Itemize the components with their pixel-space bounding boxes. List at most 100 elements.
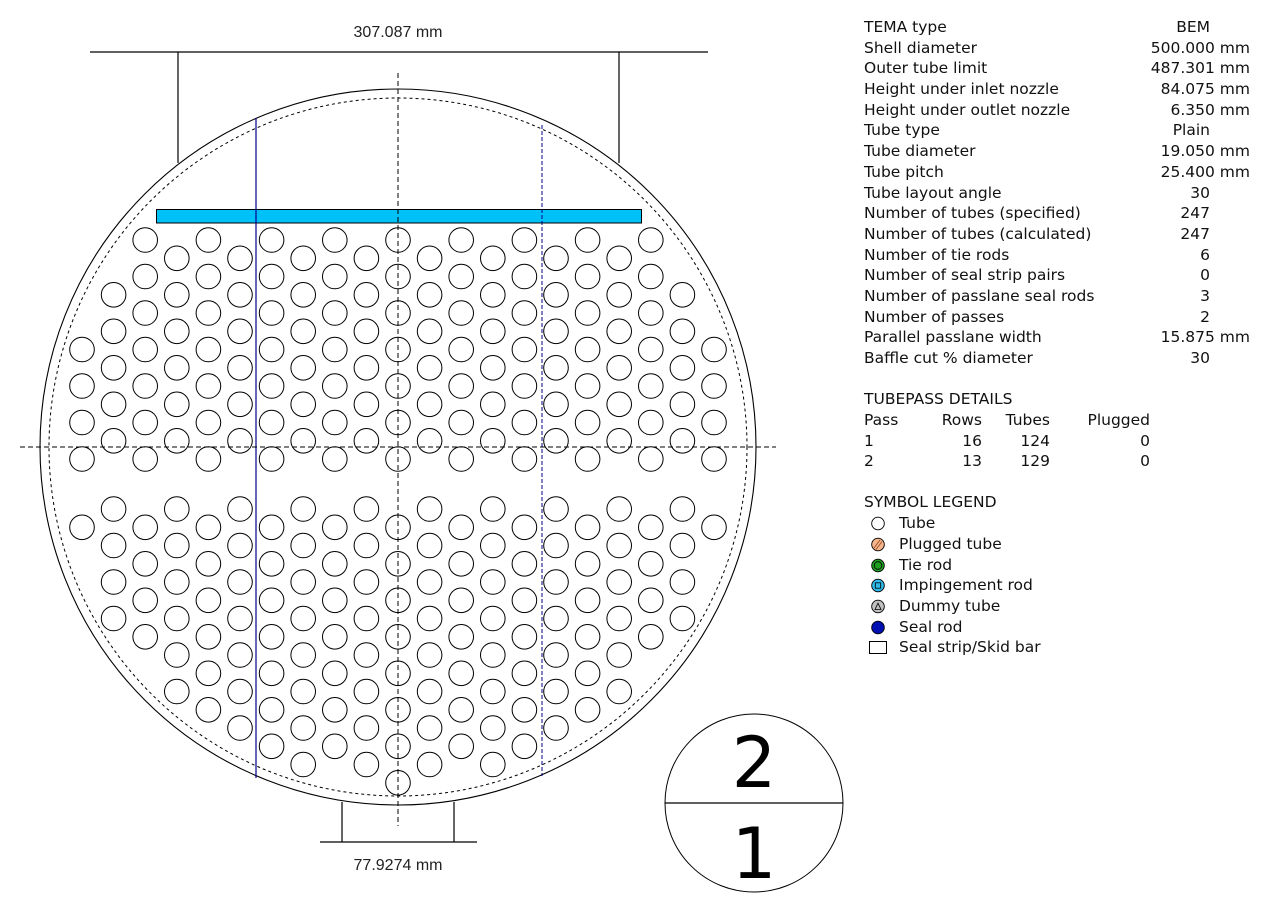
- tube-pass-1: [69, 514, 95, 541]
- tube-pass-2: [322, 227, 348, 253]
- tube-pass-2: [290, 318, 317, 345]
- tube-pass-1: [227, 715, 253, 741]
- property-value: 6: [1200, 245, 1210, 264]
- tube-pass-2: [480, 355, 506, 381]
- tube-pass-1: [258, 514, 285, 541]
- tube-pass-2: [195, 409, 222, 436]
- tube-pass-2: [448, 227, 475, 253]
- tube-pass-1: [195, 587, 222, 614]
- tube-pass-1: [638, 587, 664, 614]
- tube-pass-1: [258, 660, 285, 687]
- tube-pass-2: [416, 428, 443, 454]
- tube-pass-1: [480, 642, 506, 668]
- legend-item: Dummy tube: [864, 596, 1250, 617]
- tube-pass-2: [638, 300, 664, 326]
- tube-pass-1: [322, 660, 348, 687]
- tube-pass-2: [164, 428, 190, 454]
- legend-item: Seal strip/Skid bar: [864, 637, 1250, 658]
- tube-pass-2: [290, 282, 317, 308]
- tube-pass-2: [290, 355, 317, 381]
- tube-pass-2: [195, 300, 222, 326]
- tube-pass-2: [132, 373, 158, 399]
- tube-pass-2: [416, 318, 443, 345]
- tube-pass-2: [100, 391, 127, 418]
- tube-pass-1: [322, 733, 348, 760]
- tube-pass-1: [574, 697, 601, 723]
- tube-pass-2: [258, 300, 285, 326]
- legend-item: Plugged tube: [864, 534, 1250, 555]
- tube-pass-1: [290, 532, 317, 559]
- legend-label: Seal strip/Skid bar: [899, 638, 1041, 657]
- property-row: Height under outlet nozzle 6.350 mm: [864, 100, 1250, 121]
- tube-pass-2: [227, 245, 253, 272]
- legend-label: Tie rod: [899, 555, 953, 574]
- tube-pass-1: [416, 678, 443, 705]
- tube-pass-2: [132, 446, 158, 472]
- tube-pass-1: [164, 642, 190, 668]
- tube-pass-1: [132, 624, 158, 650]
- tube-pass-1: [132, 514, 158, 541]
- tube-pass-2: [290, 391, 317, 418]
- tube-pass-2: [574, 409, 601, 436]
- tube-pass-2: [543, 318, 569, 345]
- tube-pass-1: [480, 496, 506, 522]
- property-label: Number of tubes (specified): [864, 204, 1081, 223]
- tube-pass-1: [132, 587, 158, 614]
- tube-pass-1: [100, 605, 127, 632]
- tube-pass-2: [69, 336, 95, 363]
- tubepass-header-row: Pass Rows Tubes Plugged: [864, 410, 1154, 431]
- tube-pass-1: [385, 770, 411, 796]
- tube-pass-2: [543, 282, 569, 308]
- tube-pass-2: [543, 428, 569, 454]
- tube-pass-2: [164, 355, 190, 381]
- property-value: Plain: [1172, 121, 1210, 140]
- tubepass-cell: Rows: [941, 410, 982, 429]
- tube-pass-2: [638, 263, 664, 290]
- property-label: Tube type: [864, 121, 940, 140]
- legend-title: SYMBOL LEGEND: [864, 493, 997, 512]
- pass-arrangement-diagram: 2 1: [664, 713, 844, 895]
- tubepass-cell: 2: [864, 452, 874, 471]
- tube-pass-1: [164, 496, 190, 522]
- tube-pass-1: [574, 514, 601, 541]
- tube-pass-1: [195, 624, 222, 650]
- tube-pass-1: [290, 496, 317, 522]
- tube-pass-2: [669, 355, 696, 381]
- tube-pass-1: [227, 678, 253, 705]
- tube-pass-2: [385, 227, 411, 253]
- tubepass-cell: 124: [1020, 431, 1050, 450]
- tube-pass-1: [543, 532, 569, 559]
- tube-pass-2: [132, 409, 158, 436]
- tube-pass-1: [606, 678, 633, 705]
- tube-pass-2: [638, 227, 664, 253]
- tube-pass-1: [543, 569, 569, 595]
- legend-label: Impingement rod: [899, 576, 1033, 595]
- tube-pass-2: [227, 391, 253, 418]
- property-row: Number of tubes (calculated) 247: [864, 224, 1250, 245]
- tube-pass-2: [669, 318, 696, 345]
- tube-pass-2: [574, 263, 601, 290]
- properties-list: TEMA type BEM Shell diameter 500.000 mm Oute…: [864, 17, 1250, 369]
- seal-strip-icon: [869, 641, 887, 655]
- tube-pass-1: [100, 569, 127, 595]
- tube-pass-2: [448, 263, 475, 290]
- tube-pass-2: [195, 336, 222, 363]
- tube-pass-2: [164, 245, 190, 272]
- tube-pass-2: [258, 446, 285, 472]
- tube-pass-1: [164, 569, 190, 595]
- tube-pass-1: [448, 697, 475, 723]
- tube-pass-1: [511, 733, 538, 760]
- tubepass-table: Pass Rows Tubes Plugged 1 16 124 0 2 13 129 0: [864, 410, 1154, 472]
- tube-pass-2: [290, 428, 317, 454]
- tube-pass-1: [480, 715, 506, 741]
- tube-pass-1: [353, 678, 380, 705]
- property-label: Number of tie rods: [864, 245, 1010, 264]
- tube-pass-2: [353, 245, 380, 272]
- tube-pass-1: [353, 715, 380, 741]
- tube-pass-2: [511, 373, 538, 399]
- property-label: Height under inlet nozzle: [864, 80, 1059, 99]
- symbol-legend: Tube Plugged tube Tie rod Impingement rod Du…: [864, 513, 1250, 658]
- property-value: 84.075 mm: [1160, 80, 1250, 99]
- tube-pass-1: [353, 751, 380, 778]
- plugged-tube-icon: [871, 537, 885, 552]
